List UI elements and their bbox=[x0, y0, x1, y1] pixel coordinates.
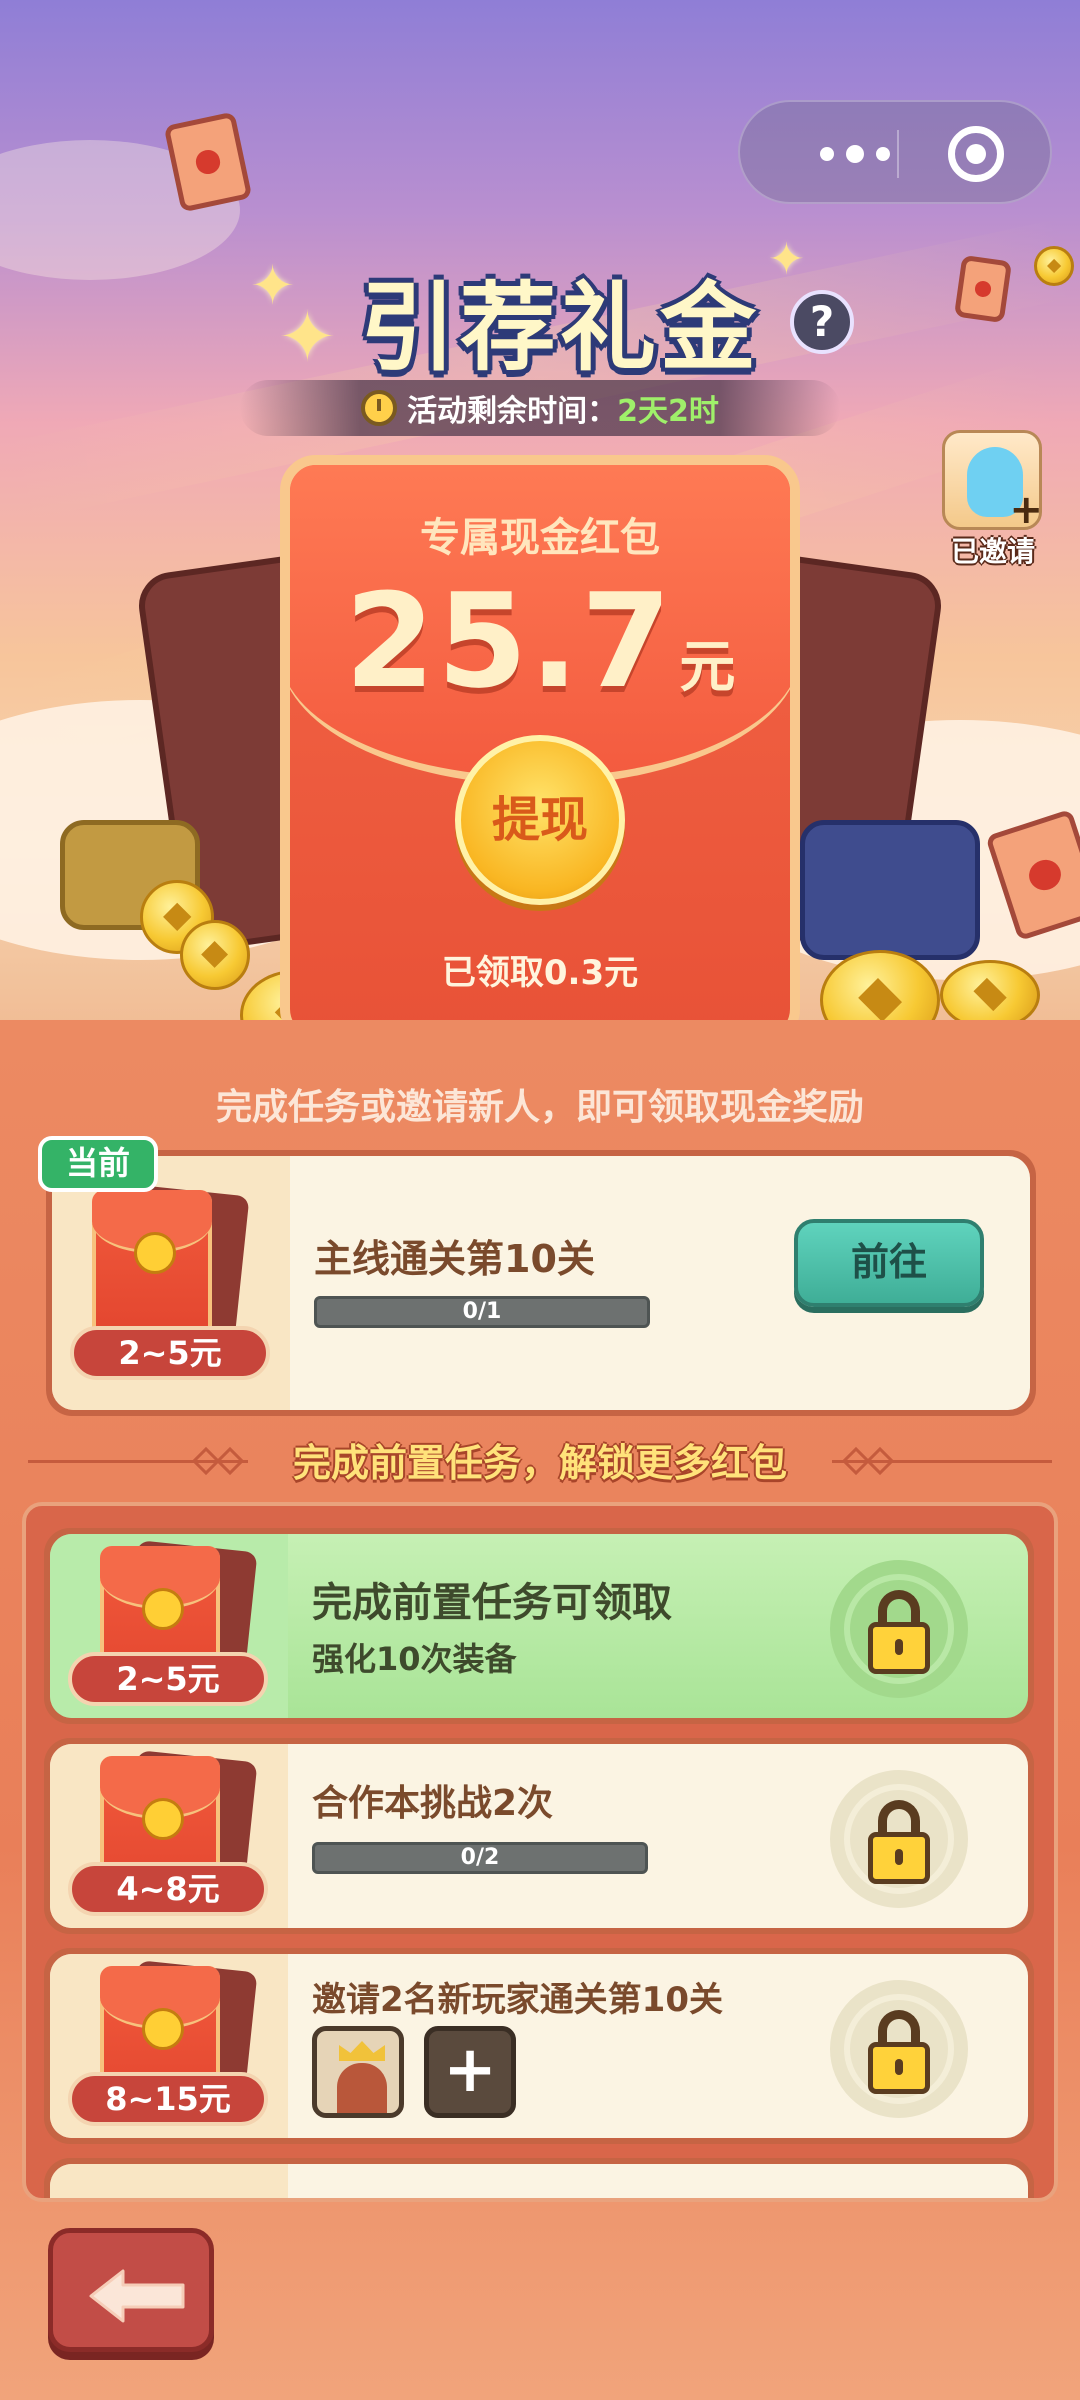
sparkle-icon: ✦ bbox=[278, 296, 337, 378]
reward-range: 2~5元 bbox=[70, 1326, 270, 1380]
red-envelope-decor bbox=[953, 254, 1013, 324]
close-target-icon[interactable] bbox=[948, 126, 1004, 182]
arrow-left-icon bbox=[89, 2269, 185, 2323]
task-progress: 0/2 bbox=[312, 1842, 648, 1874]
invited-avatar-icon bbox=[942, 430, 1043, 533]
page-title: 引荐礼金 bbox=[360, 272, 760, 384]
cash-amount: 25.7 元 bbox=[290, 565, 790, 717]
clock-icon bbox=[361, 390, 398, 426]
capsule-divider bbox=[897, 130, 899, 178]
locked-task-card: 8~15元 邀请2名新玩家通关第10关 + bbox=[44, 1948, 1034, 2144]
cash-amount-unit: 元 bbox=[679, 635, 736, 700]
invited-button[interactable]: 已邀请 bbox=[928, 430, 1058, 570]
locked-task-card: 4~8元 合作本挑战2次 0/2 bbox=[44, 1738, 1034, 1934]
current-task-card: 2~5元 主线通关第10关 0/1 前往 当前 bbox=[38, 1136, 1036, 1416]
more-options-icon[interactable] bbox=[780, 102, 930, 206]
received-amount: 已领取0.3元 bbox=[441, 953, 639, 993]
lock-icon bbox=[830, 1980, 968, 2118]
current-tag: 当前 bbox=[38, 1136, 158, 1192]
back-button[interactable] bbox=[48, 2228, 214, 2352]
lock-icon bbox=[830, 1770, 968, 1908]
gift-box-decor bbox=[800, 820, 980, 960]
withdraw-button[interactable]: 提现 bbox=[455, 735, 625, 905]
locked-task-card bbox=[44, 2158, 1034, 2198]
event-timer: 活动剩余时间： 2天2时 bbox=[240, 380, 840, 436]
task-progress: 0/1 bbox=[314, 1296, 650, 1328]
invited-player-avatar bbox=[312, 2026, 404, 2118]
task-title: 合作本挑战2次 bbox=[312, 1783, 554, 1824]
invited-label: 已邀请 bbox=[950, 535, 1035, 568]
go-button[interactable]: 前往 bbox=[794, 1219, 984, 1307]
timer-value: 2天2时 bbox=[617, 394, 719, 429]
task-title: 邀请2名新玩家通关第10关 bbox=[312, 1980, 723, 2020]
reward-hint: 完成任务或邀请新人，即可领取现金奖励 bbox=[215, 1087, 864, 1128]
coin-decor bbox=[1034, 246, 1074, 286]
lock-icon bbox=[830, 1560, 968, 1698]
coin-decor bbox=[180, 920, 250, 990]
reward-range: 2~5元 bbox=[68, 1652, 268, 1706]
reward-range: 4~8元 bbox=[68, 1862, 268, 1916]
cash-red-envelope: 专属现金红包 25.7 元 提现 已领取0.3元 bbox=[280, 455, 800, 1045]
envelope-subtitle: 专属现金红包 bbox=[420, 515, 660, 561]
invite-add-button[interactable]: + bbox=[424, 2026, 516, 2118]
mini-program-capsule bbox=[738, 100, 1052, 204]
locked-task-card: 2~5元 完成前置任务可领取 强化10次装备 bbox=[44, 1528, 1034, 1724]
task-title: 完成前置任务可领取 bbox=[312, 1580, 672, 1626]
section-divider: 完成前置任务，解锁更多红包 bbox=[0, 1432, 1080, 1488]
question-icon[interactable]: ? bbox=[790, 290, 854, 354]
task-title: 主线通关第10关 bbox=[314, 1237, 595, 1281]
reward-range: 8~15元 bbox=[68, 2072, 268, 2126]
cash-amount-value: 25.7 bbox=[344, 565, 674, 717]
timer-label: 活动剩余时间： bbox=[407, 394, 618, 429]
task-subtitle: 强化10次装备 bbox=[312, 1640, 517, 1678]
divider-text: 完成前置任务，解锁更多红包 bbox=[292, 1441, 787, 1485]
reward-panel bbox=[50, 2164, 288, 2198]
locked-task-list[interactable]: 2~5元 完成前置任务可领取 强化10次装备 4~8元 合作本挑战2次 0/2 bbox=[22, 1502, 1058, 2202]
